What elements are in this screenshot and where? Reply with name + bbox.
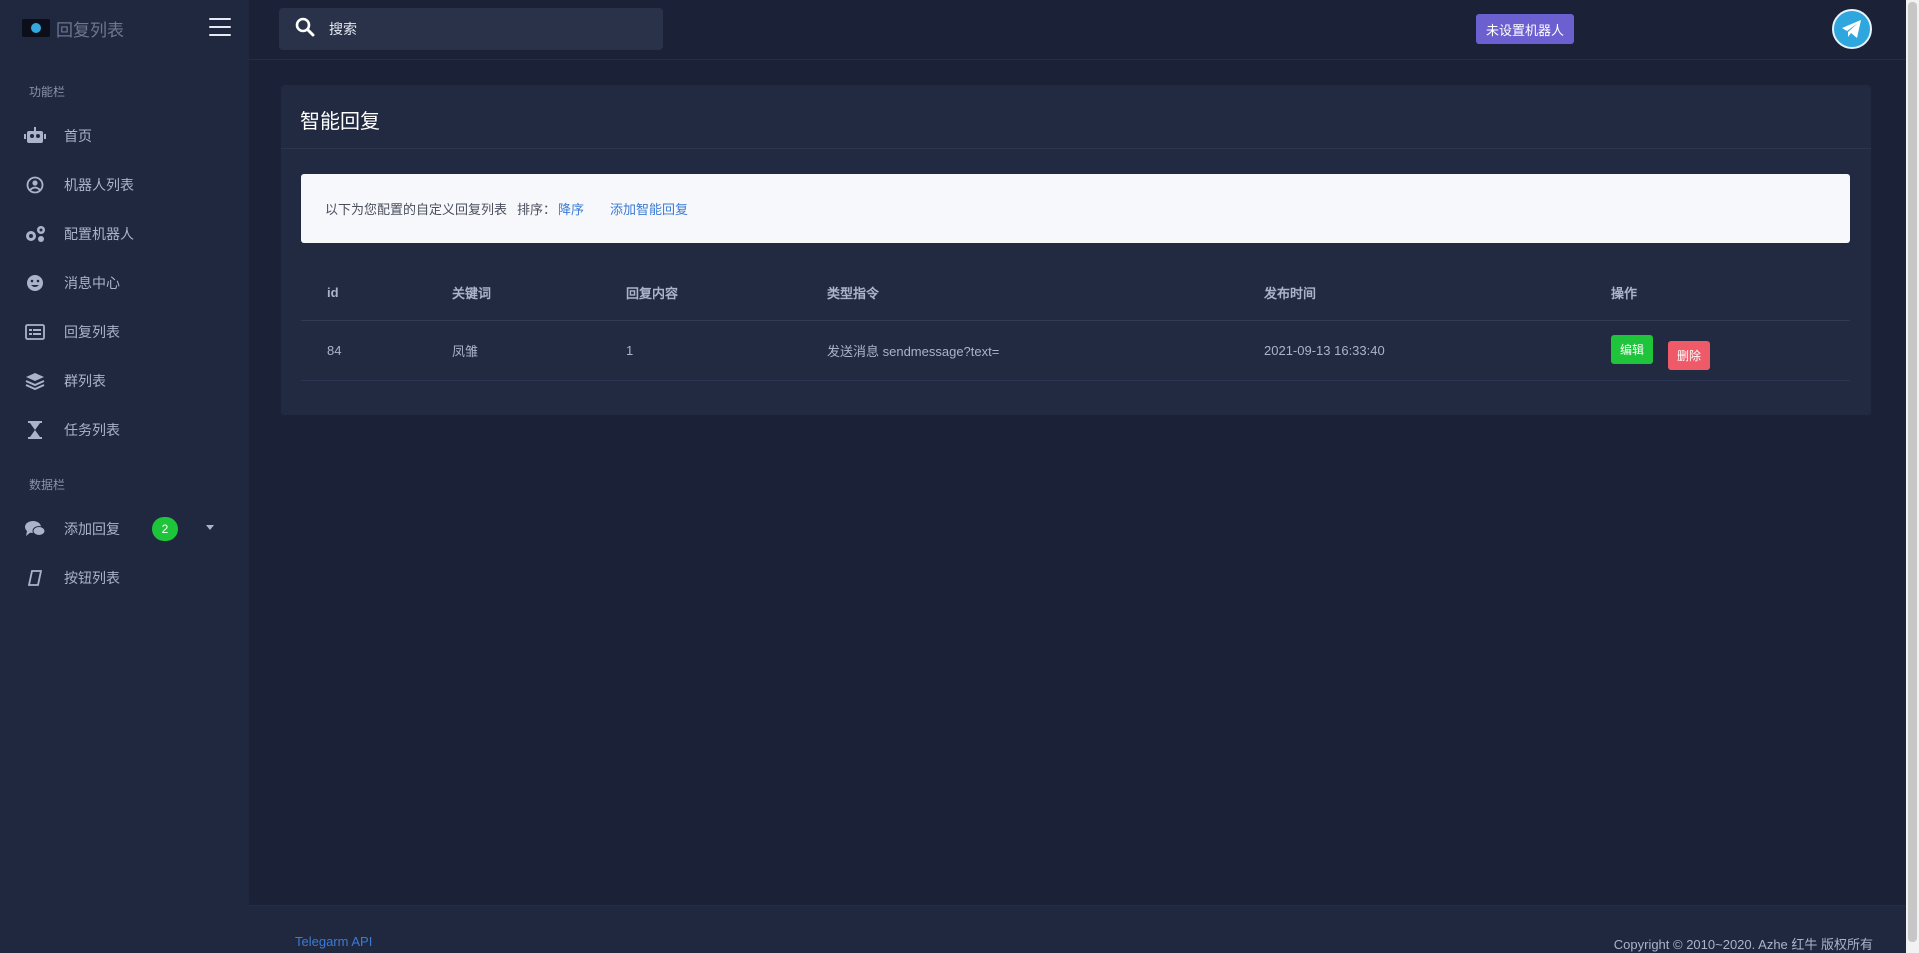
table-row: 84 凤雏 1 发送消息 sendmessage?text= 2021-09-1… [301, 320, 1850, 381]
col-actions: 操作 [1585, 265, 1850, 321]
edit-button[interactable]: 编辑 [1611, 334, 1654, 364]
telegram-avatar-icon[interactable] [1832, 9, 1872, 49]
col-keyword: 关键词 [426, 265, 600, 321]
reply-table: id 关键词 回复内容 类型指令 发布时间 操作 84 凤雏 1 发送消息 se… [301, 265, 1850, 381]
table-header-row: id 关键词 回复内容 类型指令 发布时间 操作 [301, 265, 1850, 321]
divider [281, 148, 1871, 149]
sidebar-item-label: 群列表 [64, 373, 106, 389]
sidebar-item-label: 添加回复 [64, 521, 120, 537]
count-badge: 2 [152, 517, 178, 541]
telegram-api-link[interactable]: Telegarm API [295, 934, 372, 949]
sidebar: 回复列表 功能栏 首页 机器人列表 配置机器人 消息中心 回复列表 群列表 任务… [0, 0, 249, 953]
search-box[interactable] [279, 8, 663, 50]
cell-actions: 编辑 删除 [1585, 320, 1850, 381]
cell-id: 84 [301, 320, 426, 381]
delete-button[interactable]: 删除 [1668, 340, 1711, 370]
sidebar-item-label: 配置机器人 [64, 226, 134, 242]
search-input[interactable] [327, 20, 627, 38]
cell-keyword: 凤雏 [426, 320, 600, 381]
sidebar-item-config-robot[interactable]: 配置机器人 [22, 220, 227, 248]
list-alt-icon [22, 324, 48, 340]
col-time: 发布时间 [1238, 265, 1585, 321]
sidebar-item-label: 机器人列表 [64, 177, 134, 193]
robot-icon [22, 127, 48, 145]
hourglass-icon [22, 421, 48, 439]
smile-icon [22, 274, 48, 292]
copyright-text: Copyright © 2010~2020. Azhe 红牛 版权所有 [1613, 937, 1873, 952]
menu-toggle-icon[interactable] [209, 18, 231, 36]
cell-content: 1 [600, 320, 801, 381]
sidebar-item-reply-list[interactable]: 回复列表 [22, 318, 227, 346]
sort-order-link[interactable]: 降序 [558, 199, 584, 218]
sidebar-item-message-center[interactable]: 消息中心 [22, 269, 227, 297]
sidebar-item-label: 任务列表 [64, 422, 120, 438]
brand-title: 回复列表 [56, 20, 124, 40]
sidebar-item-label: 消息中心 [64, 275, 120, 291]
smart-reply-card: 智能回复 以下为您配置的自定义回复列表 排序： 降序 添加智能回复 id 关键词… [281, 85, 1871, 415]
top-header: 未设置机器人 [249, 0, 1919, 60]
sidebar-item-label: 首页 [64, 128, 92, 144]
sidebar-item-home[interactable]: 首页 [22, 122, 227, 150]
page-title: 智能回复 [300, 111, 380, 133]
cogs-icon [22, 225, 48, 243]
col-content: 回复内容 [600, 265, 801, 321]
scrollbar-thumb[interactable] [1908, 2, 1917, 942]
caret-down-icon[interactable] [206, 525, 214, 530]
layers-icon [22, 372, 48, 390]
info-text: 以下为您配置的自定义回复列表 [325, 202, 508, 217]
col-type: 类型指令 [801, 265, 1238, 321]
sidebar-item-robot-list[interactable]: 机器人列表 [22, 171, 227, 199]
section-label-functions: 功能栏 [29, 85, 66, 99]
sidebar-item-add-reply[interactable]: 添加回复 2 [22, 515, 227, 543]
cell-type: 发送消息 sendmessage?text= [801, 320, 1238, 381]
sidebar-item-label: 回复列表 [64, 324, 120, 340]
sidebar-item-group-list[interactable]: 群列表 [22, 367, 227, 395]
sticky-note-icon [22, 570, 48, 586]
user-circle-icon [22, 176, 48, 194]
comments-icon [22, 520, 48, 538]
robot-status-button[interactable]: 未设置机器人 [1476, 14, 1575, 44]
sidebar-item-label: 按钮列表 [64, 570, 120, 586]
col-id: id [301, 265, 426, 321]
search-icon [295, 17, 315, 42]
cell-time: 2021-09-13 16:33:40 [1238, 320, 1585, 381]
add-smart-reply-link[interactable]: 添加智能回复 [610, 199, 688, 218]
sort-label: 排序： [517, 202, 557, 217]
info-box: 以下为您配置的自定义回复列表 排序： 降序 添加智能回复 [301, 174, 1850, 243]
footer: Telegarm API Copyright © 2010~2020. Azhe… [249, 905, 1919, 953]
telegram-logo-icon [22, 19, 50, 37]
brand[interactable]: 回复列表 [22, 12, 124, 44]
sidebar-item-button-list[interactable]: 按钮列表 [22, 564, 227, 592]
sidebar-item-task-list[interactable]: 任务列表 [22, 416, 227, 444]
section-label-data: 数据栏 [29, 478, 66, 492]
